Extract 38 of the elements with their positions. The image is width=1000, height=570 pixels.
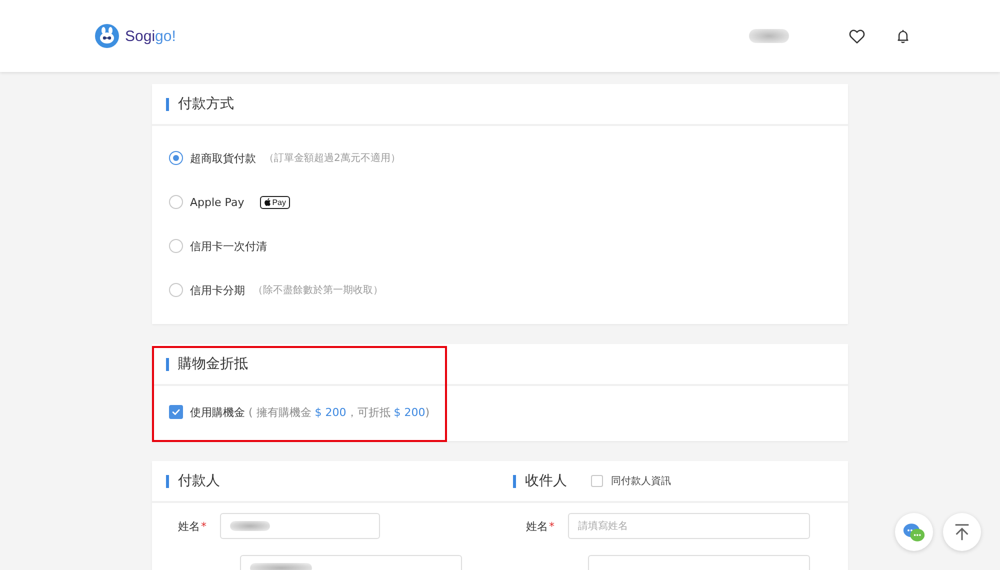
logo-icon[interactable] bbox=[95, 24, 119, 48]
option-label: 信用卡分期 bbox=[190, 282, 245, 298]
logo-text[interactable]: Sogigo! bbox=[125, 28, 176, 44]
text-field[interactable] bbox=[220, 513, 380, 539]
back-to-top-button[interactable] bbox=[943, 513, 981, 551]
checkbox-label: 同付款人資訊 bbox=[611, 474, 671, 488]
option-note: （訂單金額超過2萬元不適用） bbox=[264, 152, 400, 165]
option-label: 信用卡一次付清 bbox=[190, 238, 267, 254]
field-label: 姓名 bbox=[526, 518, 548, 534]
checkbox[interactable] bbox=[169, 405, 183, 419]
text-field[interactable]: 請填寫姓名 bbox=[568, 513, 810, 539]
section-title: 付款方式 bbox=[178, 95, 234, 113]
option-label: 超商取貨付款 bbox=[190, 150, 256, 166]
heart-icon[interactable] bbox=[849, 28, 865, 44]
chat-bubbles-icon bbox=[903, 522, 925, 542]
accent-bar bbox=[166, 98, 169, 110]
required-mark: * bbox=[549, 520, 554, 532]
section-title: 付款人 bbox=[178, 472, 220, 490]
blurred-username[interactable] bbox=[749, 29, 789, 43]
option-label: Apple Pay bbox=[190, 196, 244, 208]
required-mark: * bbox=[201, 520, 206, 532]
accent-bar bbox=[513, 474, 516, 488]
checkbox[interactable] bbox=[591, 475, 603, 487]
badge-text: Pay bbox=[272, 198, 286, 206]
bell-icon[interactable] bbox=[895, 28, 911, 44]
radio-button[interactable] bbox=[169, 151, 183, 165]
checkbox-label: 使用購機金 ( 擁有購機金 $ 200，可折抵 $ 200) bbox=[190, 404, 430, 420]
section-title: 收件人 bbox=[525, 472, 567, 490]
apple-icon bbox=[264, 198, 272, 206]
accent-bar bbox=[166, 358, 169, 370]
radio-button[interactable] bbox=[169, 239, 183, 253]
chat-button[interactable] bbox=[895, 513, 933, 551]
accent-bar bbox=[166, 474, 169, 488]
radio-button[interactable] bbox=[169, 195, 183, 209]
option-note: （除不盡餘數於第一期收取） bbox=[253, 284, 383, 297]
radio-button[interactable] bbox=[169, 283, 183, 297]
field-label: 姓名 bbox=[178, 518, 200, 534]
section-title: 購物金折抵 bbox=[178, 355, 248, 373]
